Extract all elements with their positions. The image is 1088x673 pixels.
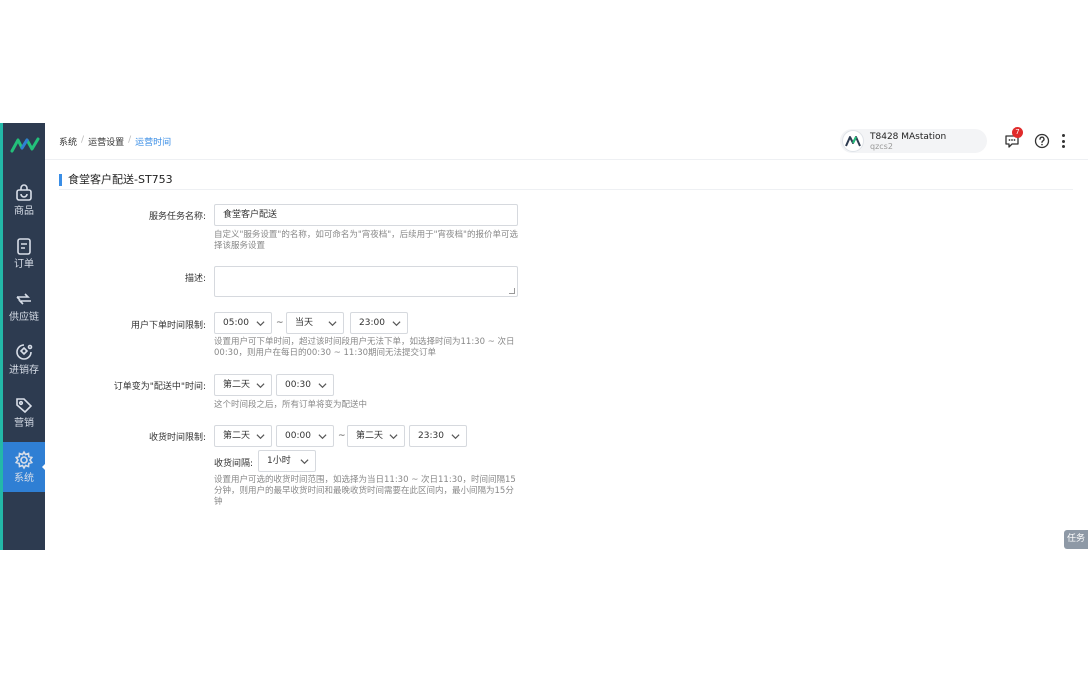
select-value: 当天: [295, 318, 314, 328]
user-account: qzcs2: [870, 142, 893, 151]
service-name-hint: 自定义"服务设置"的名称，如可命名为"宵夜档"，后续用于"宵夜档"的报价单可选择…: [214, 230, 518, 251]
price-tag-icon: [16, 397, 33, 413]
receive-time-hint: 设置用户可选的收货时间范围，如选择为当日11:30 ~ 次日11:30，时间间隔…: [214, 475, 516, 507]
order-time-label: 用户下单时间限制:: [130, 321, 206, 331]
sidebar: 商品 订单 供应链 进销存 营销 系统: [0, 123, 48, 550]
sidebar-item-label: 系统: [14, 472, 34, 484]
select-value: 第二天: [223, 431, 251, 441]
sidebar-item-label: 供应链: [9, 311, 39, 323]
breadcrumb-item-current: 运营时间: [135, 138, 172, 148]
receive-start-day-select[interactable]: 第二天: [214, 425, 272, 447]
receive-time-label: 收货时间限制:: [148, 433, 206, 443]
divider: [59, 189, 1073, 190]
chevron-down-icon: [451, 434, 460, 440]
page-title: 食堂客户配送-ST753: [59, 174, 173, 186]
order-start-time-select[interactable]: 05:00: [214, 312, 272, 334]
top-bar: 系统 / 运营设置 / 运营时间 T8428 MAstation qzcs2 7: [45, 123, 1088, 160]
chevron-down-icon: [256, 321, 265, 327]
avatar: [842, 130, 864, 152]
sidebar-item-orders[interactable]: 订单: [3, 228, 45, 278]
chevron-down-icon: [318, 434, 327, 440]
receive-start-time-select[interactable]: 00:00: [276, 425, 334, 447]
dispatch-time-label: 订单变为"配送中"时间:: [113, 382, 206, 392]
resize-handle-icon[interactable]: [509, 288, 515, 294]
dispatch-time-select[interactable]: 00:30: [276, 374, 334, 396]
brand-logo-icon: [845, 136, 861, 147]
chevron-down-icon: [300, 459, 309, 465]
sidebar-item-label: 营销: [14, 417, 34, 429]
service-name-label: 服务任务名称:: [148, 212, 206, 222]
brand-logo-icon: [10, 137, 40, 153]
order-list-icon: [17, 237, 31, 255]
more-menu-icon[interactable]: [1057, 132, 1069, 150]
chevron-down-icon: [389, 434, 398, 440]
breadcrumb-item-system[interactable]: 系统: [59, 135, 77, 148]
user-account-card[interactable]: T8428 MAstation qzcs2: [840, 129, 987, 153]
sidebar-item-label: 进销存: [9, 364, 39, 376]
select-value: 1小时: [267, 456, 291, 466]
breadcrumb-separator: /: [81, 135, 85, 145]
chevron-down-icon: [256, 434, 265, 440]
order-day-select[interactable]: 当天: [286, 312, 344, 334]
sidebar-item-inventory[interactable]: 进销存: [3, 334, 45, 384]
select-value: 00:00: [285, 431, 311, 441]
dispatch-time-hint: 这个时间段之后，所有订单将变为配送中: [214, 400, 368, 410]
description-textarea[interactable]: [214, 266, 518, 297]
chevron-down-icon: [256, 383, 265, 389]
sidebar-item-goods[interactable]: 商品: [3, 175, 45, 225]
breadcrumb: 系统 / 运营设置 / 运营时间: [59, 135, 171, 148]
select-value: 23:30: [418, 431, 444, 441]
sidebar-item-supply-chain[interactable]: 供应链: [3, 281, 45, 331]
sidebar-item-label: 商品: [14, 205, 34, 217]
description-label: 描述:: [184, 274, 206, 284]
exchange-arrows-icon: [16, 292, 31, 305]
gear-icon: [14, 449, 34, 470]
chevron-down-icon: [318, 383, 327, 389]
order-end-time-select[interactable]: 23:00: [350, 312, 408, 334]
app-window: 商品 订单 供应链 进销存 营销 系统 系统 / 运营设置 / 运营时间 T84…: [0, 123, 1088, 550]
shopping-bag-icon: [16, 183, 32, 201]
select-value: 23:00: [359, 318, 385, 328]
help-icon[interactable]: [1034, 133, 1050, 149]
user-name: T8428 MAstation: [870, 132, 947, 142]
task-panel-tab[interactable]: 任务: [1064, 530, 1088, 549]
inventory-icon: [16, 343, 33, 360]
sidebar-item-system[interactable]: 系统: [3, 442, 48, 492]
chevron-down-icon: [328, 321, 337, 327]
receive-end-time-select[interactable]: 23:30: [409, 425, 467, 447]
range-separator: ~: [276, 318, 284, 328]
receive-interval-select[interactable]: 1小时: [258, 450, 316, 472]
select-value: 00:30: [285, 380, 311, 390]
select-value: 第二天: [223, 380, 251, 390]
chevron-down-icon: [392, 321, 401, 327]
select-value: 第二天: [356, 431, 384, 441]
range-separator: ~: [338, 431, 346, 441]
select-value: 05:00: [223, 318, 249, 328]
order-time-hint: 设置用户可下单时间，超过该时间段用户无法下单，如选择时间为11:30 ~ 次日0…: [214, 337, 515, 358]
sidebar-item-label: 订单: [14, 258, 34, 270]
receive-end-day-select[interactable]: 第二天: [347, 425, 405, 447]
dispatch-day-select[interactable]: 第二天: [214, 374, 272, 396]
receive-interval-label: 收货间隔:: [214, 459, 254, 469]
breadcrumb-item-operations[interactable]: 运营设置: [88, 135, 124, 148]
breadcrumb-separator: /: [128, 135, 132, 145]
notification-badge: 7: [1012, 127, 1023, 138]
service-name-input[interactable]: 食堂客户配送: [214, 204, 518, 226]
sidebar-item-marketing[interactable]: 营销: [3, 387, 45, 437]
